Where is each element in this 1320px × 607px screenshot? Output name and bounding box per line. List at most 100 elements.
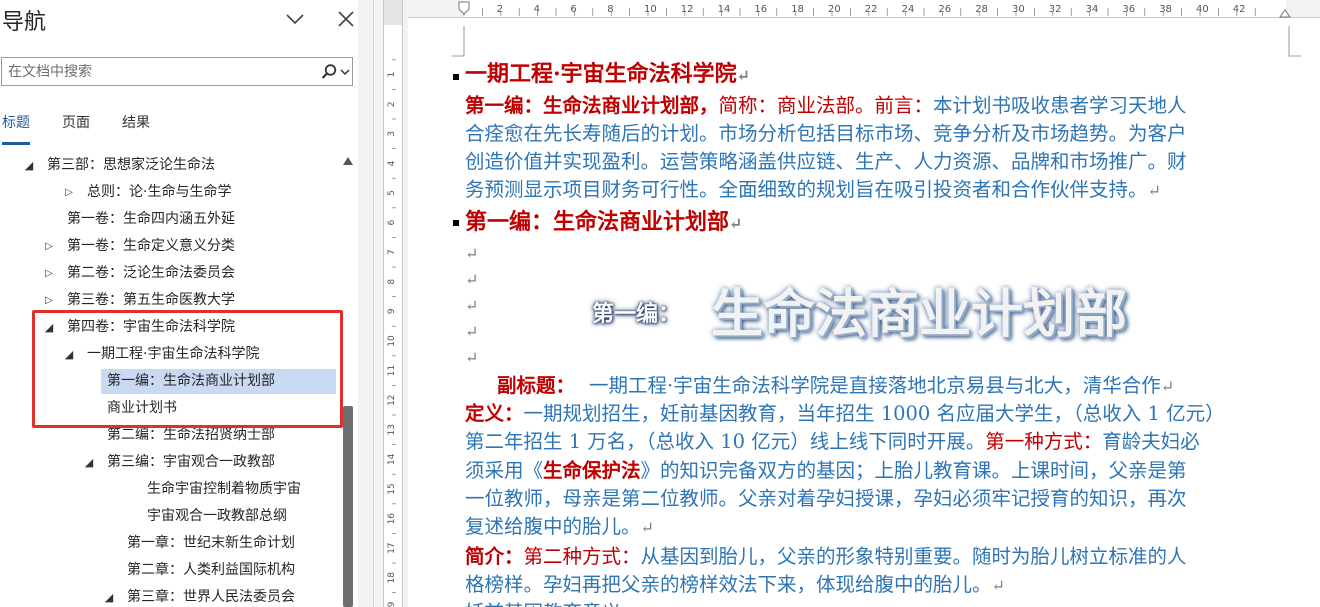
definition-line1: 定义：一期规划招生，妊前基因教育，当年招生 1000 名应届大学生，（总收入 1… bbox=[465, 402, 1225, 425]
ruler-label: 3 bbox=[387, 131, 397, 137]
subtitle-line: 副标题： 一期工程·宇宙生命法科学院是直接落地北京易县与北大，清华合作↵ bbox=[497, 374, 1175, 397]
expanded-triangle-icon[interactable]: ◢ bbox=[82, 450, 96, 475]
para1-line4: 务预测显示项目财务可行性。全面细致的规划旨在吸引投资者和合作伙伴支持。↵ bbox=[465, 178, 1161, 201]
expanded-triangle-icon[interactable]: ◢ bbox=[62, 342, 76, 367]
ruler-label: 14 bbox=[387, 453, 397, 465]
heading-1: 一期工程·宇宙生命法科学院↵ bbox=[465, 61, 751, 87]
search-input[interactable] bbox=[8, 61, 308, 82]
horizontal-ruler: 2 4 6 8 10 12 14 16 18 20 22 24 26 28 30 32 34 36 38 40 42 bbox=[408, 0, 1320, 18]
tab-pages[interactable]: 页面 bbox=[62, 113, 90, 145]
ruler-label: 9 bbox=[387, 308, 397, 314]
scroll-thumb[interactable] bbox=[343, 406, 353, 607]
ruler-label: 30 bbox=[1012, 4, 1025, 15]
ruler-label: 4 bbox=[387, 160, 397, 166]
tree-node-chapter-1[interactable]: 第一章：世纪末新生命计划 bbox=[127, 531, 295, 556]
document-content[interactable]: 一期工程·宇宙生命法科学院↵ 第一编：生命法商业计划部，简称：商业法部。前言：本… bbox=[408, 18, 1320, 607]
definition-line4: 一位教师，母亲是第二位教师。父亲对着孕妇授课，孕妇必须牢记授育的知识，再次 bbox=[465, 487, 1187, 510]
empty-paragraph: ↵ bbox=[465, 296, 479, 315]
pane-splitter[interactable] bbox=[358, 0, 374, 607]
definition-line5: 复述给腹中的胎儿。↵ bbox=[465, 515, 654, 538]
search-options-dropdown-icon[interactable] bbox=[339, 66, 351, 78]
ruler-label: 17 bbox=[387, 542, 397, 553]
ruler-label: 22 bbox=[865, 4, 878, 15]
expanded-triangle-icon[interactable]: ◢ bbox=[102, 585, 116, 607]
ruler-label: 12 bbox=[681, 4, 694, 15]
cut-off-line: 妊前基因教育意义 bbox=[465, 599, 621, 607]
wordart-title[interactable]: 生命法商业计划部 bbox=[711, 272, 1127, 347]
collapsed-triangle-icon[interactable]: ▷ bbox=[42, 261, 56, 286]
search-icon[interactable] bbox=[320, 63, 338, 81]
tree-scrollbar[interactable] bbox=[340, 151, 356, 607]
heading-bullet bbox=[453, 220, 459, 226]
para1-line3: 创造价值并实现盈利。运营策略涵盖供应链、生产、人力资源、品牌和市场推广。财 bbox=[465, 150, 1187, 173]
tree-node-cosmos-outline[interactable]: 宇宙观合一政教部总纲 bbox=[147, 504, 287, 529]
ruler-label: 18 bbox=[387, 572, 397, 584]
ruler-label: 8 bbox=[607, 4, 613, 15]
tab-results[interactable]: 结果 bbox=[122, 113, 150, 145]
chevron-down-icon[interactable] bbox=[282, 6, 308, 32]
scroll-up-arrow-icon[interactable] bbox=[342, 156, 354, 166]
vertical-ruler: 12345678910111213141516171819 bbox=[375, 0, 408, 607]
intro-line1: 简介：第二种方式：从基因到胎儿，父亲的形象特别重要。随时为胎儿树立标准的人 bbox=[465, 545, 1187, 568]
collapsed-triangle-icon[interactable]: ▷ bbox=[42, 234, 56, 259]
para1-line1: 第一编：生命法商业计划部，简称：商业法部。前言：本计划书吸收患者学习天地人 bbox=[465, 94, 1187, 117]
tree-node-life-cosmos[interactable]: 生命宇宙控制着物质宇宙 bbox=[147, 477, 301, 502]
ruler-label: 18 bbox=[791, 4, 804, 15]
ruler-label: 19 bbox=[387, 601, 397, 607]
para1-line2: 合痊愈在先长寿随后的计划。市场分析包括目标市场、竞争分析及市场趋势。为客户 bbox=[465, 122, 1187, 145]
collapsed-triangle-icon[interactable]: ▷ bbox=[42, 288, 56, 313]
empty-paragraph: ↵ bbox=[465, 270, 479, 289]
ruler-label: 6 bbox=[570, 4, 576, 15]
ruler-label: 40 bbox=[1196, 4, 1209, 15]
definition-line3: 须采用《生命保护法》的知识完备双方的基因；上胎儿教育课。上课时间，父亲是第 bbox=[465, 459, 1187, 482]
vertical-ruler-margin bbox=[383, 0, 403, 25]
empty-paragraph: ↵ bbox=[465, 322, 479, 341]
ruler-label: 6 bbox=[387, 219, 397, 225]
ruler-label: 26 bbox=[938, 4, 951, 15]
heading-bullet bbox=[453, 74, 459, 80]
ruler-label: 5 bbox=[387, 190, 397, 196]
ruler-label: 8 bbox=[387, 279, 397, 285]
close-icon[interactable] bbox=[333, 6, 359, 32]
expanded-triangle-icon[interactable]: ◢ bbox=[42, 315, 56, 340]
ruler-label: 36 bbox=[1122, 4, 1135, 15]
ruler-label: 12 bbox=[387, 394, 397, 405]
tab-headings[interactable]: 标题 bbox=[2, 113, 30, 145]
heading-2: 第一编：生命法商业计划部↵ bbox=[465, 209, 743, 235]
ruler-label: 15 bbox=[387, 483, 397, 494]
document-page[interactable]: 一期工程·宇宙生命法科学院↵ 第一编：生命法商业计划部，简称：商业法部。前言：本… bbox=[408, 18, 1320, 607]
nav-title: 导航 bbox=[2, 10, 47, 35]
ruler-label: 28 bbox=[975, 4, 988, 15]
ruler-label: 2 bbox=[497, 4, 503, 15]
ruler-label: 20 bbox=[828, 4, 841, 15]
indent-marker-icon[interactable] bbox=[458, 1, 470, 15]
ruler-label: 4 bbox=[534, 4, 540, 15]
tree-node-chapter-2[interactable]: 第二章：人类利益国际机构 bbox=[127, 558, 295, 583]
wordart-small[interactable]: 第一编： bbox=[592, 296, 680, 328]
ruler-label: 38 bbox=[1159, 4, 1172, 15]
heading-tree: ◢ 第三部：思想家泛论生命法 ▷ 总则：论·生命与生命学 第一卷：生命四内涵五外… bbox=[0, 151, 338, 607]
ruler-label: 7 bbox=[387, 249, 397, 255]
search-box bbox=[1, 57, 353, 86]
ruler-label: 42 bbox=[1233, 4, 1246, 15]
ruler-label: 10 bbox=[644, 4, 657, 15]
right-indent-marker-icon[interactable] bbox=[1279, 9, 1291, 18]
ruler-label: 14 bbox=[718, 4, 731, 15]
horizontal-ruler-ticks: 2 4 6 8 10 12 14 16 18 20 22 24 26 28 30 32 34 36 38 40 42 bbox=[458, 1, 1291, 18]
empty-paragraph: ↵ bbox=[465, 348, 479, 367]
expanded-triangle-icon[interactable]: ◢ bbox=[22, 153, 36, 178]
vertical-ruler-ticks: 12345678910111213141516171819 bbox=[387, 59, 397, 607]
navigation-pane: 导航 标题 页面 结果 ◢ 第三部：思想家泛论生命法 ▷ 总则：论·生命与生命学… bbox=[0, 0, 358, 607]
ruler-label: 2 bbox=[387, 101, 397, 107]
ruler-label: 13 bbox=[387, 424, 397, 435]
ruler-label: 11 bbox=[387, 365, 397, 376]
vertical-ruler-body: 12345678910111213141516171819 bbox=[383, 25, 403, 607]
ruler-label: 16 bbox=[387, 513, 397, 525]
ruler-label: 34 bbox=[1086, 4, 1099, 15]
nav-tabs: 标题 页面 结果 bbox=[0, 113, 358, 145]
ruler-label: 16 bbox=[754, 4, 767, 15]
ruler-label: 1 bbox=[387, 72, 397, 78]
ruler-label: 10 bbox=[387, 335, 397, 347]
collapsed-triangle-icon[interactable]: ▷ bbox=[62, 180, 76, 205]
tree-node-business-plan-dept[interactable]: 第一编：生命法商业计划部 bbox=[101, 369, 336, 394]
